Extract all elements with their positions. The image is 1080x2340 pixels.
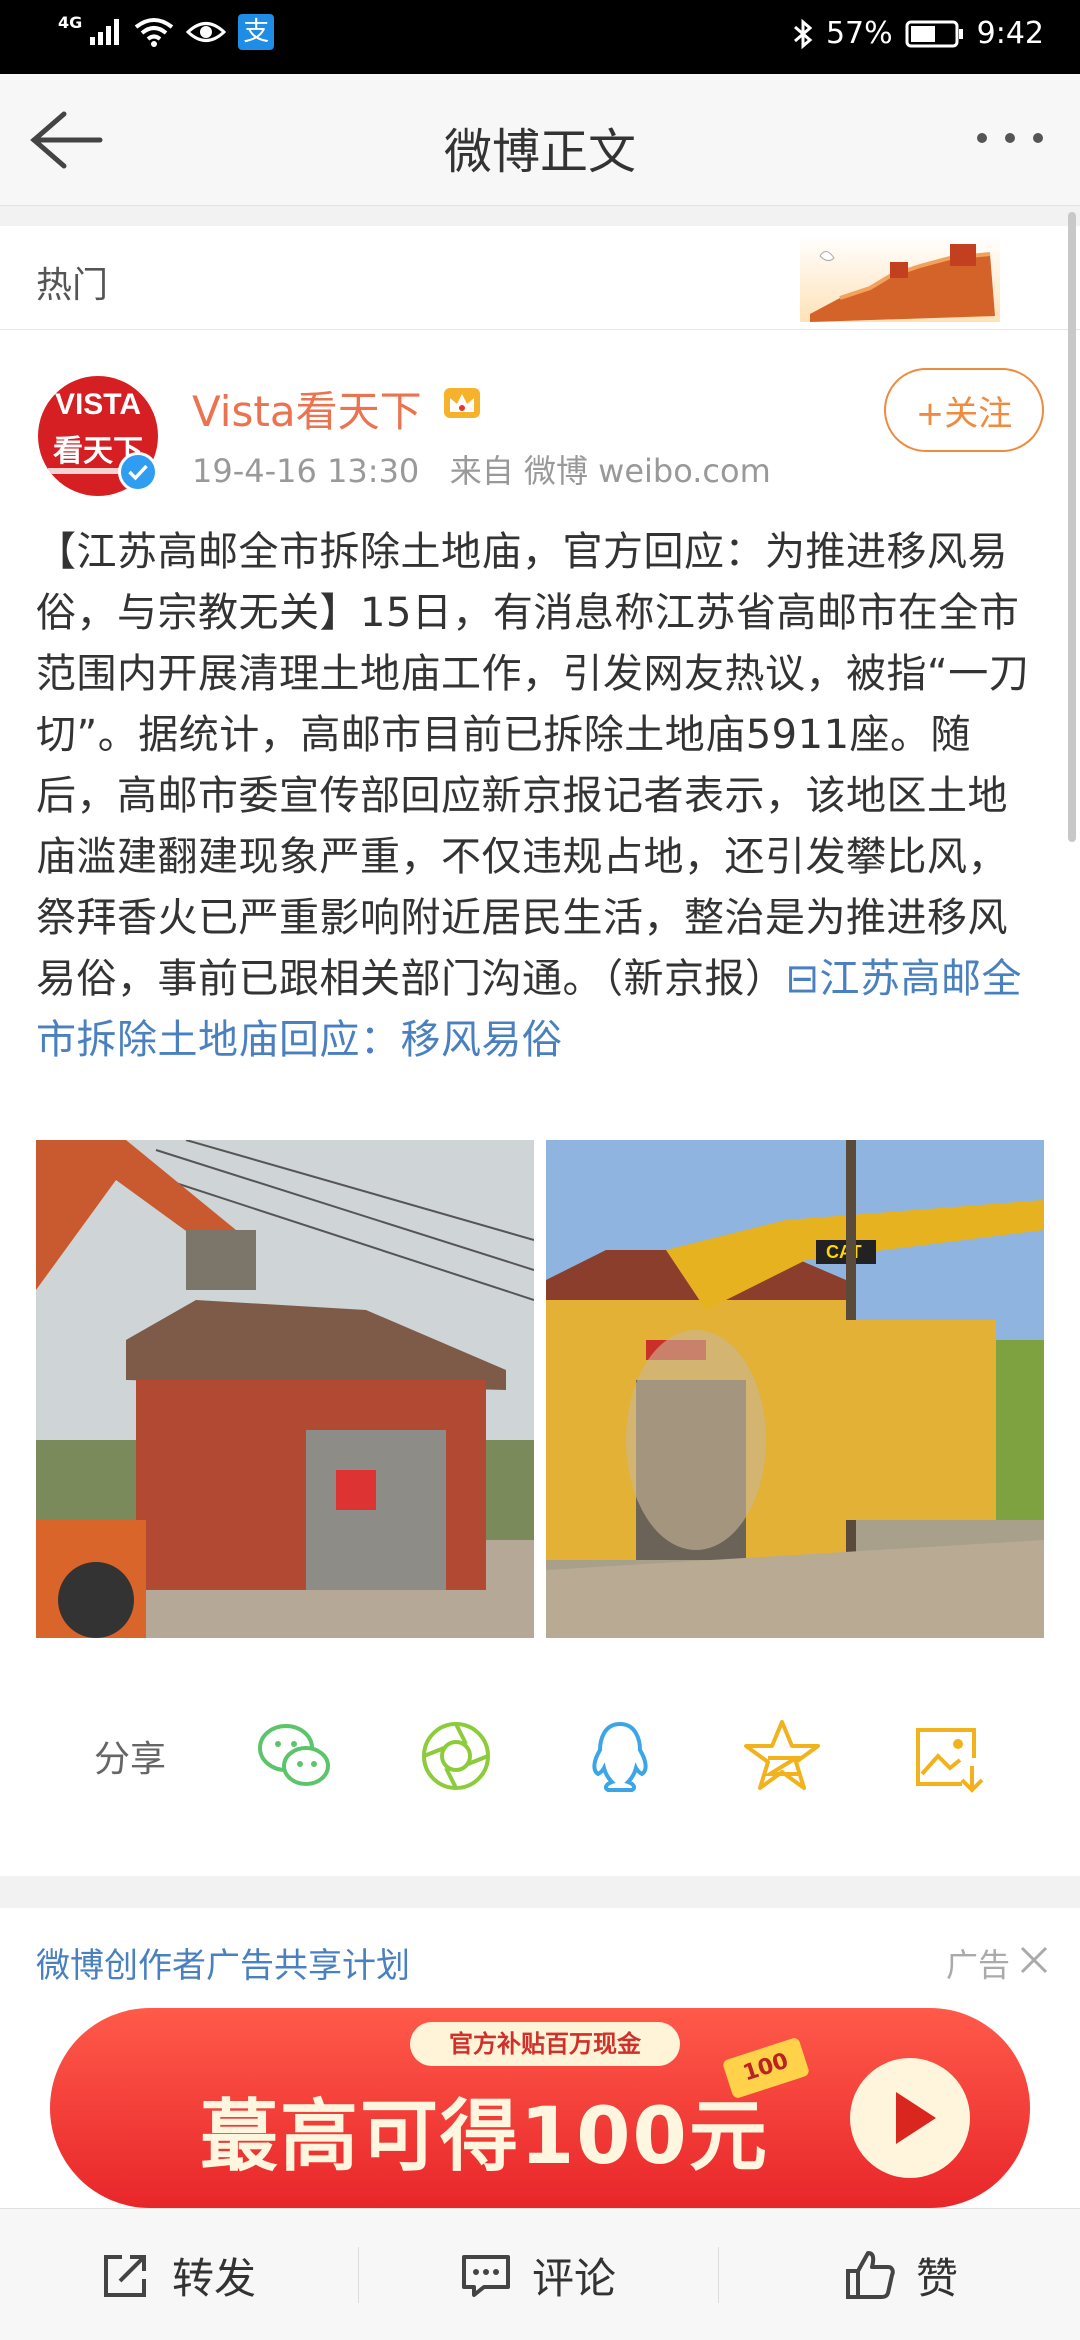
repost-button[interactable]: 转发 bbox=[100, 2209, 256, 2340]
signal-icon bbox=[90, 19, 120, 45]
ad-pill-text: 官方补贴百万现金 bbox=[410, 2022, 680, 2066]
post-photo-1[interactable] bbox=[36, 1140, 534, 1638]
wifi-icon bbox=[135, 18, 174, 47]
ad-headline: 蕞高可得100元 bbox=[200, 2092, 769, 2182]
wechat-icon[interactable] bbox=[252, 1714, 336, 1798]
more-options-icon[interactable] bbox=[970, 118, 1050, 158]
thumbs-up-icon bbox=[846, 2251, 895, 2299]
moments-icon[interactable] bbox=[414, 1714, 498, 1798]
alipay-icon: 支 bbox=[238, 14, 275, 50]
play-icon bbox=[850, 2058, 970, 2178]
status-bar: 4G 支 57% 9:42 bbox=[0, 0, 1080, 74]
share-label: 分享 bbox=[94, 1739, 167, 1780]
hot-header: 热门 bbox=[0, 226, 1080, 330]
toolbar-divider bbox=[718, 2247, 719, 2303]
network-type: 4G bbox=[58, 13, 83, 32]
post-photo-2[interactable]: CAT bbox=[546, 1140, 1044, 1638]
ad-title[interactable]: 微博创作者广告共享计划 bbox=[36, 1938, 410, 1987]
demolition-photo-yellow-shrine: CAT bbox=[546, 1140, 1044, 1638]
repost-icon bbox=[104, 2255, 146, 2297]
bluetooth-icon bbox=[793, 18, 813, 49]
bottom-toolbar: 转发 评论 赞 bbox=[0, 2208, 1080, 2340]
qzone-icon[interactable] bbox=[740, 1714, 824, 1798]
scrollbar[interactable] bbox=[1068, 212, 1076, 842]
section-gap bbox=[0, 206, 1080, 226]
great-wall-decoration-icon bbox=[800, 236, 1000, 322]
comment-label: 评论 bbox=[532, 2253, 617, 2303]
hot-label: 热门 bbox=[36, 265, 109, 306]
qq-icon[interactable] bbox=[578, 1714, 662, 1798]
ad-banner[interactable]: 官方补贴百万现金 蕞高可得100元 100 bbox=[50, 2008, 1030, 2208]
nav-bar: 微博正文 bbox=[0, 74, 1080, 206]
comment-icon bbox=[462, 2255, 510, 2297]
link-icon: ⊟ bbox=[785, 956, 820, 1002]
demolition-photo-brick-shrine bbox=[36, 1140, 534, 1638]
page-title: 微博正文 bbox=[443, 124, 636, 180]
close-icon[interactable] bbox=[1018, 1944, 1050, 1976]
save-image-icon[interactable] bbox=[904, 1714, 988, 1798]
username[interactable]: Vista看天下 bbox=[192, 378, 422, 439]
post-source: 来自 微博 weibo.com bbox=[449, 452, 771, 490]
verified-badge-icon bbox=[118, 452, 158, 492]
post-meta: 19-4-16 13:30 来自 微博 weibo.com bbox=[192, 446, 771, 492]
like-button[interactable]: 赞 bbox=[844, 2209, 958, 2340]
post-text: 【江苏高邮全市拆除土地庙，官方回应：为推进移风易俗，与宗教无关】15日，有消息称… bbox=[36, 529, 1030, 1002]
avatar-brand-text: VISTA bbox=[54, 388, 142, 421]
battery-percent: 57% bbox=[825, 16, 893, 51]
section-gap bbox=[0, 1876, 1080, 1908]
like-label: 赞 bbox=[916, 2253, 959, 2303]
toolbar-divider bbox=[358, 2247, 359, 2303]
post-body: 【江苏高邮全市拆除土地庙，官方回应：为推进移风易俗，与宗教无关】15日，有消息称… bbox=[36, 522, 1046, 1071]
member-crown-icon bbox=[444, 388, 480, 418]
clock: 9:42 bbox=[976, 16, 1044, 51]
follow-button[interactable]: +关注 bbox=[884, 368, 1044, 452]
post-timestamp: 19-4-16 13:30 bbox=[192, 452, 420, 490]
eye-icon bbox=[186, 22, 227, 42]
battery-icon bbox=[905, 20, 963, 47]
cat-brand-text: CAT bbox=[826, 1242, 862, 1262]
ad-tag: 广告 bbox=[945, 1946, 1010, 1984]
comment-button[interactable]: 评论 bbox=[460, 2209, 616, 2340]
repost-label: 转发 bbox=[172, 2253, 257, 2303]
